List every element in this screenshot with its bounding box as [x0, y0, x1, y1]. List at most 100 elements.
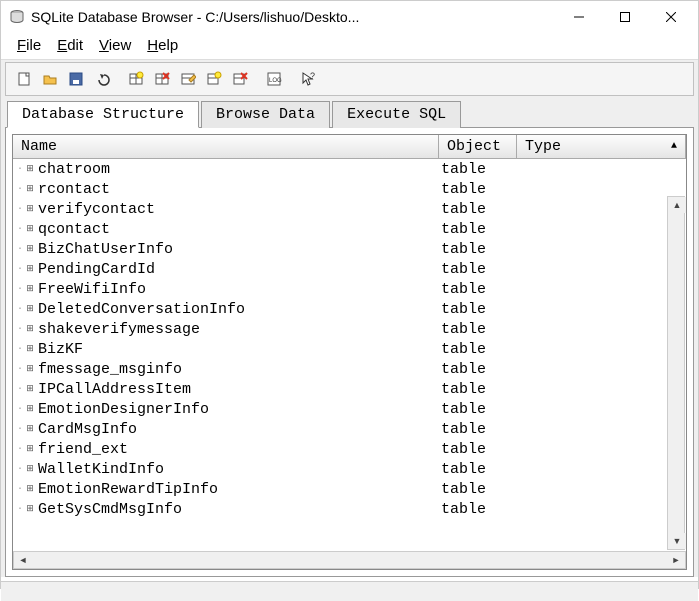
cell-name: ·⊞DeletedConversationInfo	[13, 301, 439, 318]
table-row[interactable]: ·⊞WalletKindInfotable	[13, 459, 686, 479]
open-file-icon[interactable]	[38, 67, 62, 91]
expand-icon[interactable]: ⊞	[24, 443, 36, 455]
table-row[interactable]: ·⊞verifycontacttable	[13, 199, 686, 219]
table-row[interactable]: ·⊞qcontacttable	[13, 219, 686, 239]
table-row[interactable]: ·⊞DeletedConversationInfotable	[13, 299, 686, 319]
col-type[interactable]: Type▲	[517, 135, 686, 158]
v-scrollbar[interactable]: ▲ ▼	[667, 196, 685, 550]
table-row[interactable]: ·⊞PendingCardIdtable	[13, 259, 686, 279]
col-name[interactable]: Name	[13, 135, 439, 158]
scroll-up-icon[interactable]: ▲	[668, 197, 686, 213]
table-row[interactable]: ·⊞IPCallAddressItemtable	[13, 379, 686, 399]
expand-icon[interactable]: ⊞	[24, 243, 36, 255]
expand-icon[interactable]: ⊞	[24, 343, 36, 355]
expand-icon[interactable]: ⊞	[24, 363, 36, 375]
table-row[interactable]: ·⊞FreeWifiInfotable	[13, 279, 686, 299]
expand-icon[interactable]: ⊞	[24, 223, 36, 235]
tab-bar: Database Structure Browse Data Execute S…	[1, 96, 698, 127]
h-scroll-track[interactable]	[32, 552, 667, 568]
table-row[interactable]: ·⊞CardMsgInfotable	[13, 419, 686, 439]
cell-name: ·⊞friend_ext	[13, 441, 439, 458]
row-name: DeletedConversationInfo	[38, 301, 245, 318]
delete-index-icon[interactable]	[228, 67, 252, 91]
cell-object: table	[439, 421, 517, 438]
scroll-right-icon[interactable]: ►	[667, 552, 685, 568]
minimize-button[interactable]	[556, 2, 602, 32]
cell-name: ·⊞EmotionRewardTipInfo	[13, 481, 439, 498]
close-button[interactable]	[648, 2, 694, 32]
expand-icon[interactable]: ⊞	[24, 383, 36, 395]
scroll-left-icon[interactable]: ◄	[14, 552, 32, 568]
cell-object: table	[439, 181, 517, 198]
cell-name: ·⊞BizChatUserInfo	[13, 241, 439, 258]
row-name: BizKF	[38, 341, 83, 358]
expand-icon[interactable]: ⊞	[24, 423, 36, 435]
save-icon[interactable]	[64, 67, 88, 91]
tab-browse[interactable]: Browse Data	[201, 101, 330, 128]
menu-view[interactable]: View	[91, 35, 139, 56]
log-icon[interactable]: LOG	[262, 67, 286, 91]
menubar: File Edit View Help	[1, 33, 698, 59]
content-pane: Name Object Type▲ ·⊞chatroomtable·⊞rcont…	[5, 127, 694, 577]
new-file-icon[interactable]	[12, 67, 36, 91]
cell-object: table	[439, 221, 517, 238]
cell-object: table	[439, 381, 517, 398]
cell-name: ·⊞verifycontact	[13, 201, 439, 218]
expand-icon[interactable]: ⊞	[24, 503, 36, 515]
window-title: SQLite Database Browser - C:/Users/lishu…	[31, 9, 556, 25]
table-row[interactable]: ·⊞rcontacttable	[13, 179, 686, 199]
tab-structure[interactable]: Database Structure	[7, 101, 199, 128]
help-cursor-icon[interactable]: ?	[296, 67, 320, 91]
create-index-icon[interactable]	[202, 67, 226, 91]
table-row[interactable]: ·⊞BizChatUserInfotable	[13, 239, 686, 259]
expand-icon[interactable]: ⊞	[24, 203, 36, 215]
expand-icon[interactable]: ⊞	[24, 483, 36, 495]
modify-table-icon[interactable]	[176, 67, 200, 91]
cell-name: ·⊞chatroom	[13, 161, 439, 178]
sort-indicator-icon: ▲	[671, 141, 677, 152]
tab-sql[interactable]: Execute SQL	[332, 101, 461, 128]
table-row[interactable]: ·⊞EmotionRewardTipInfotable	[13, 479, 686, 499]
menu-edit[interactable]: Edit	[49, 35, 91, 56]
menu-help[interactable]: Help	[139, 35, 186, 56]
maximize-button[interactable]	[602, 2, 648, 32]
create-table-icon[interactable]	[124, 67, 148, 91]
row-name: EmotionDesignerInfo	[38, 401, 209, 418]
cell-object: table	[439, 281, 517, 298]
cell-object: table	[439, 301, 517, 318]
expand-icon[interactable]: ⊞	[24, 463, 36, 475]
toolbar: LOG ?	[5, 62, 694, 96]
expand-icon[interactable]: ⊞	[24, 183, 36, 195]
undo-icon[interactable]	[90, 67, 114, 91]
expand-icon[interactable]: ⊞	[24, 163, 36, 175]
row-name: rcontact	[38, 181, 110, 198]
table-row[interactable]: ·⊞BizKFtable	[13, 339, 686, 359]
cell-object: table	[439, 241, 517, 258]
expand-icon[interactable]: ⊞	[24, 283, 36, 295]
table-row[interactable]: ·⊞shakeverifymessagetable	[13, 319, 686, 339]
table-row[interactable]: ·⊞chatroomtable	[13, 159, 686, 179]
row-name: GetSysCmdMsgInfo	[38, 501, 182, 518]
row-name: friend_ext	[38, 441, 128, 458]
cell-name: ·⊞rcontact	[13, 181, 439, 198]
expand-icon[interactable]: ⊞	[24, 323, 36, 335]
delete-table-icon[interactable]	[150, 67, 174, 91]
schema-tree: Name Object Type▲ ·⊞chatroomtable·⊞rcont…	[12, 134, 687, 570]
row-name: BizChatUserInfo	[38, 241, 173, 258]
expand-icon[interactable]: ⊞	[24, 403, 36, 415]
table-row[interactable]: ·⊞EmotionDesignerInfotable	[13, 399, 686, 419]
cell-name: ·⊞qcontact	[13, 221, 439, 238]
scroll-down-icon[interactable]: ▼	[668, 533, 686, 549]
row-name: PendingCardId	[38, 261, 155, 278]
col-object[interactable]: Object	[439, 135, 517, 158]
cell-object: table	[439, 261, 517, 278]
table-row[interactable]: ·⊞GetSysCmdMsgInfotable	[13, 499, 686, 519]
toolbar-area: LOG ? Database Structure Browse Data Exe…	[1, 59, 698, 577]
h-scrollbar[interactable]: ◄ ►	[13, 551, 686, 569]
table-row[interactable]: ·⊞friend_exttable	[13, 439, 686, 459]
table-row[interactable]: ·⊞fmessage_msginfotable	[13, 359, 686, 379]
menu-file[interactable]: File	[9, 35, 49, 56]
expand-icon[interactable]: ⊞	[24, 263, 36, 275]
cell-object: table	[439, 341, 517, 358]
expand-icon[interactable]: ⊞	[24, 303, 36, 315]
